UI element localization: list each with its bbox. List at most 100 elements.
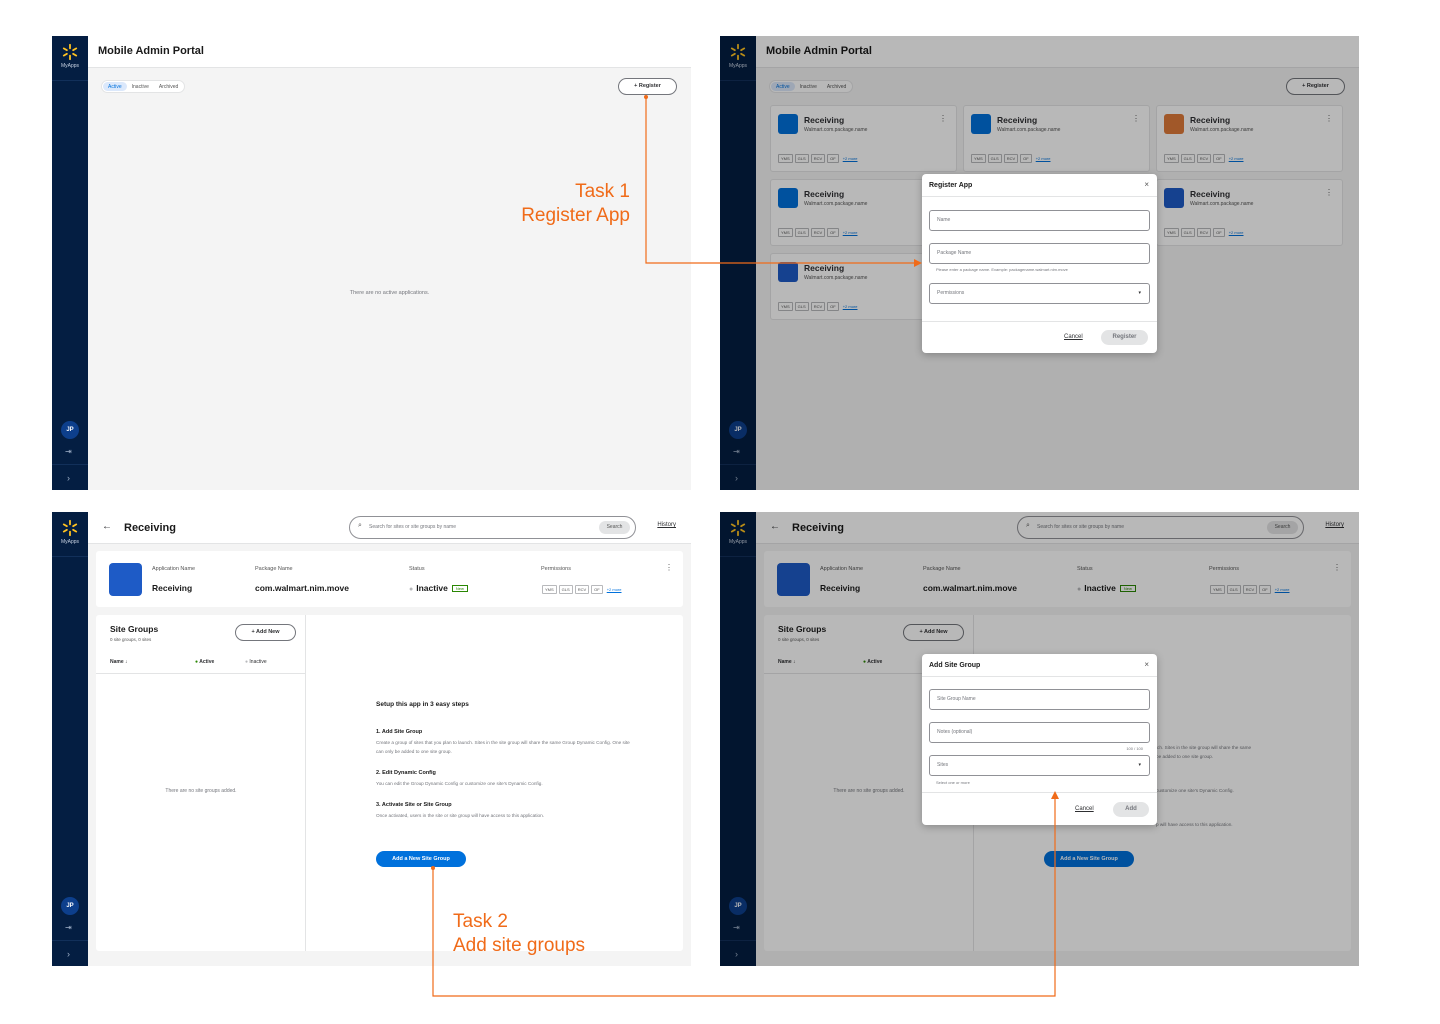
search-button[interactable]: Search (599, 521, 630, 534)
add-site-group-modal: Add Site Group × Site Group Name Notes (… (922, 654, 1157, 825)
expand-rail-icon[interactable]: › (67, 473, 70, 483)
add-submit-button[interactable]: Add (1113, 802, 1149, 817)
add-site-group-button[interactable]: Add a New Site Group (376, 851, 466, 867)
avatar[interactable]: JP (61, 897, 79, 915)
more-permissions-link[interactable]: +2 more (607, 587, 622, 592)
site-search: ⌕ Search for sites or site groups by nam… (349, 516, 636, 539)
portal-empty-screen: MyApps JP ⇥ › Mobile Admin Portal Active… (52, 36, 691, 490)
portal-register-screen: MyApps JP ⇥ › Mobile Admin Portal Active… (720, 36, 1359, 490)
column-name[interactable]: Name ↓ (110, 659, 128, 665)
cancel-button[interactable]: Cancel (1064, 334, 1083, 340)
column-active: ● Active (195, 659, 214, 665)
sites-helper-text: Select one or more (936, 780, 970, 785)
side-rail: MyApps JP ⇥ › (52, 36, 88, 490)
package-helper-text: Please enter a package name. Example: pa… (936, 267, 1068, 272)
column-inactive-label: Inactive (249, 659, 267, 665)
app-store-icon (109, 563, 142, 596)
expand-rail-icon[interactable]: › (67, 949, 70, 959)
modal-divider (922, 196, 1157, 197)
permissions-placeholder: Permissions (937, 290, 965, 296)
walmart-spark-icon[interactable] (61, 43, 79, 61)
modal-divider (922, 321, 1157, 322)
logout-icon[interactable]: ⇥ (65, 923, 72, 932)
walmart-spark-icon[interactable] (61, 519, 79, 537)
step-description: You can edit the Group Dynamic Config or… (376, 781, 543, 786)
logout-icon[interactable]: ⇥ (65, 447, 72, 456)
more-options-icon[interactable]: ⋮ (665, 563, 673, 572)
site-groups-list: Site Groups 0 site groups, 0 sites + Add… (96, 615, 306, 951)
status-dot: ● (409, 586, 414, 593)
active-dot: ● (195, 659, 199, 665)
package-name-field[interactable]: Package Name (929, 243, 1150, 264)
permission-chip: GLS (558, 585, 573, 594)
register-button[interactable]: + Register (618, 78, 677, 95)
site-groups-panel: Site Groups 0 site groups, 0 sites + Add… (96, 615, 683, 951)
page-title: Mobile Admin Portal (98, 45, 204, 57)
empty-state-message: There are no site groups added. (165, 788, 237, 794)
application-name: Receiving (152, 583, 193, 593)
inactive-dot: ● (245, 659, 249, 665)
close-icon[interactable]: × (1144, 660, 1149, 669)
page-title: Receiving (124, 522, 176, 534)
sites-select[interactable]: Sites ▾ (929, 755, 1150, 776)
permission-chip: OF (591, 585, 603, 594)
status-badge: New (451, 585, 468, 593)
myapps-label[interactable]: MyApps (52, 539, 88, 545)
site-groups-count: 0 site groups, 0 sites (110, 637, 152, 642)
tab-archived[interactable]: Archived (154, 82, 183, 91)
tab-inactive[interactable]: Inactive (127, 82, 154, 91)
header: Mobile Admin Portal (88, 36, 691, 68)
rail-divider (52, 80, 88, 81)
list-divider (96, 673, 306, 674)
modal-title: Add Site Group (929, 662, 981, 669)
cancel-button[interactable]: Cancel (1075, 806, 1094, 812)
search-icon: ⌕ (358, 522, 362, 529)
avatar[interactable]: JP (61, 421, 79, 439)
myapps-label[interactable]: MyApps (52, 63, 88, 69)
header: ← Receiving ⌕ Search for sites or site g… (88, 512, 691, 544)
status-text: Inactive (416, 583, 448, 593)
setup-steps: Setup this app in 3 easy steps 1. Add Si… (376, 701, 636, 834)
close-icon[interactable]: × (1144, 180, 1149, 189)
tab-active[interactable]: Active (103, 82, 127, 91)
label-status: Status (409, 566, 425, 572)
step-description: Once activated, users in the site or sit… (376, 813, 545, 818)
site-group-name-field[interactable]: Site Group Name (929, 689, 1150, 710)
search-input[interactable]: Search for sites or site groups by name (369, 524, 456, 530)
main-content: Active Inactive Archived + Register Ther… (88, 68, 691, 490)
step-title: 3. Activate Site or Site Group (376, 802, 452, 808)
modal-title: Register App (929, 182, 973, 189)
permission-chip: RCV (574, 585, 590, 594)
column-active-label: Active (199, 659, 215, 665)
side-rail: MyApps JP ⇥ › (52, 512, 88, 966)
task2-label: Task 2 (453, 911, 508, 932)
task1-annotation: Task 1 Register App (510, 180, 630, 228)
rail-divider (52, 464, 88, 465)
name-field[interactable]: Name (929, 210, 1150, 231)
chevron-down-icon: ▾ (1138, 762, 1141, 768)
site-groups-title: Site Groups (110, 624, 159, 634)
permission-chips: YMS GLS RCV OF +2 more (542, 585, 622, 594)
chevron-down-icon: ▾ (1138, 290, 1141, 296)
notes-field[interactable]: Notes (optional) (929, 722, 1150, 743)
task1-description: Register App (521, 205, 630, 226)
add-site-group-screen: MyApps JP ⇥ › ← Receiving ⌕ Search for s… (720, 512, 1359, 966)
setup-heading: Setup this app in 3 easy steps (376, 701, 469, 708)
back-arrow-icon[interactable]: ← (102, 521, 112, 532)
label-application-name: Application Name (152, 566, 196, 572)
history-link[interactable]: History (657, 522, 676, 528)
label-package-name: Package Name (255, 566, 293, 572)
task2-annotation: Task 2 Add site groups (453, 910, 585, 958)
sites-placeholder: Sites (937, 762, 949, 768)
step-title: 1. Add Site Group (376, 729, 423, 735)
add-new-button[interactable]: + Add New (235, 624, 296, 641)
permissions-select[interactable]: Permissions ▾ (929, 283, 1150, 304)
modal-divider (922, 792, 1157, 793)
column-inactive: ● Inactive (245, 659, 267, 665)
modal-divider (922, 676, 1157, 677)
main-content: Application Name Receiving Package Name … (88, 544, 691, 966)
rail-divider (52, 940, 88, 941)
app-detail-screen: MyApps JP ⇥ › ← Receiving ⌕ Search for s… (52, 512, 691, 966)
app-summary: Application Name Receiving Package Name … (96, 551, 683, 607)
register-submit-button[interactable]: Register (1101, 330, 1148, 345)
